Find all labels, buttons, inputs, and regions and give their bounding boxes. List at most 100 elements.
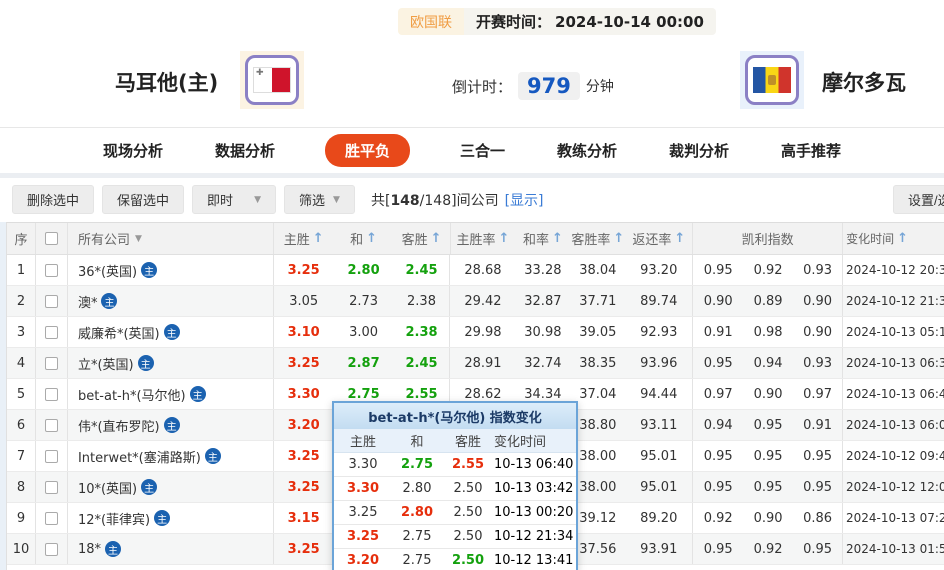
instant-dropdown-value: 即时 (207, 190, 233, 209)
moldova-emblem-icon (768, 75, 776, 85)
popup-odds-away: 2.50 (442, 529, 494, 544)
popup-header-row: 主胜 和 客胜 变化时间 (334, 429, 576, 453)
popup-col-draw: 和 (392, 431, 442, 450)
popup-odds-home: 3.25 (334, 529, 392, 544)
show-link[interactable]: [显示] (505, 190, 544, 210)
keep-selected-button[interactable]: 保留选中 (102, 185, 184, 214)
company-cell[interactable]: 澳*主 (68, 286, 274, 316)
col-draw-rate[interactable]: 和率↑ (515, 223, 570, 254)
chevron-down-icon: ▼ (333, 195, 340, 205)
change-time: 2024-10-13 06:33 (843, 348, 944, 378)
company-cell[interactable]: 威廉希*(英国)主 (68, 317, 274, 347)
row-checkbox[interactable] (45, 388, 58, 401)
company-cell[interactable]: 立*(英国)主 (68, 348, 274, 378)
company-cell[interactable]: 12*(菲律宾)主 (68, 503, 274, 533)
row-checkbox[interactable] (45, 512, 58, 525)
kelly-home: 0.92 (693, 503, 743, 533)
odds-home: 3.25 (274, 534, 334, 564)
row-checkbox[interactable] (45, 264, 58, 277)
away-rate: 37.56 (570, 534, 625, 564)
col-return-rate[interactable]: 返还率↑ (625, 223, 693, 254)
away-rate: 39.12 (570, 503, 625, 533)
return-rate: 93.20 (625, 255, 693, 285)
col-home-odds[interactable]: 主胜↑ (274, 223, 334, 254)
company-cell[interactable]: bet-at-h*(马尔他)主 (68, 379, 274, 409)
sort-up-icon: ↑ (674, 231, 685, 246)
row-checkbox[interactable] (45, 450, 58, 463)
nav-tab-expert-recommend[interactable]: 高手推荐 (779, 134, 843, 167)
nav-tab-coach-analysis[interactable]: 教练分析 (555, 134, 619, 167)
table-row[interactable]: 2 澳*主 3.05 2.73 2.38 29.42 32.87 37.71 8… (7, 286, 944, 317)
return-rate: 92.93 (625, 317, 693, 347)
popup-odds-home: 3.30 (334, 481, 392, 496)
row-checkbox[interactable] (45, 326, 58, 339)
popup-row: 3.30 2.75 2.55 10-13 06:40 (334, 453, 576, 477)
col-home-rate[interactable]: 主胜率↑ (451, 223, 516, 254)
table-row[interactable]: 4 立*(英国)主 3.25 2.87 2.45 28.91 32.74 38.… (7, 348, 944, 379)
delete-selected-button[interactable]: 删除选中 (12, 185, 94, 214)
popup-odds-home: 3.30 (334, 457, 392, 472)
nav-tab-referee-analysis[interactable]: 裁判分析 (667, 134, 731, 167)
home-bookmaker-icon: 主 (154, 510, 170, 526)
company-count-value: 148 (390, 193, 419, 209)
odds-home: 3.25 (274, 441, 334, 471)
company-cell[interactable]: 36*(英国)主 (68, 255, 274, 285)
col-away-odds[interactable]: 客胜↑ (394, 223, 451, 254)
company-name: 伟*(直布罗陀) (78, 416, 160, 435)
popup-odds-draw: 2.75 (392, 529, 442, 544)
company-cell[interactable]: Interwet*(塞浦路斯)主 (68, 441, 274, 471)
away-rate: 38.00 (570, 441, 625, 471)
company-cell[interactable]: 10*(英国)主 (68, 472, 274, 502)
row-checkbox[interactable] (45, 543, 58, 556)
table-row[interactable]: 3 威廉希*(英国)主 3.10 3.00 2.38 29.98 30.98 3… (7, 317, 944, 348)
row-checkbox-cell (36, 534, 68, 564)
change-time: 2024-10-12 20:37 (843, 255, 944, 285)
instant-dropdown[interactable]: 即时 ▼ (192, 185, 276, 214)
row-checkbox[interactable] (45, 481, 58, 494)
filter-dropdown[interactable]: 筛选 ▼ (284, 185, 355, 214)
settings-button[interactable]: 设置/选 (893, 185, 944, 214)
draw-rate: 33.28 (515, 255, 570, 285)
row-checkbox[interactable] (45, 295, 58, 308)
kelly-home: 0.91 (693, 317, 743, 347)
row-checkbox-cell (36, 317, 68, 347)
match-header: 欧国联 开赛时间： 2024-10-14 00:00 马耳他(主) ✚ 倒计时：… (0, 0, 944, 128)
row-seq: 2 (7, 286, 36, 316)
kickoff-value: 2024-10-14 00:00 (555, 13, 704, 31)
select-all-checkbox[interactable] (45, 232, 58, 245)
change-time: 2024-10-12 21:39 (843, 286, 944, 316)
row-seq: 9 (7, 503, 36, 533)
row-checkbox[interactable] (45, 419, 58, 432)
col-away-rate[interactable]: 客胜率↑ (570, 223, 625, 254)
company-name: 12*(菲律宾) (78, 509, 150, 528)
company-cell[interactable]: 18*主 (68, 534, 274, 564)
change-time: 2024-10-12 12:06 (843, 472, 944, 502)
home-bookmaker-icon: 主 (164, 417, 180, 433)
nav-tab-three-in-one[interactable]: 三合一 (458, 134, 507, 167)
row-seq: 6 (7, 410, 36, 440)
nav-tab-data-analysis[interactable]: 数据分析 (213, 134, 277, 167)
company-name: 威廉希*(英国) (78, 323, 160, 342)
kelly-draw: 0.92 (743, 534, 793, 564)
company-name: 立*(英国) (78, 354, 134, 373)
row-seq: 8 (7, 472, 36, 502)
company-cell[interactable]: 伟*(直布罗陀)主 (68, 410, 274, 440)
kelly-away: 0.95 (793, 441, 843, 471)
away-team-name: 摩尔多瓦 (822, 67, 906, 97)
popup-change-time: 10-13 00:20 (494, 505, 574, 520)
nav-tab-win-draw-lose[interactable]: 胜平负 (325, 134, 410, 167)
odds-home: 3.15 (274, 503, 334, 533)
away-rate: 38.04 (570, 255, 625, 285)
col-company[interactable]: 所有公司▼ (68, 223, 274, 254)
table-row[interactable]: 1 36*(英国)主 3.25 2.80 2.45 28.68 33.28 38… (7, 255, 944, 286)
popup-body: 3.30 2.75 2.55 10-13 06:40 3.30 2.80 2.5… (334, 453, 576, 570)
row-checkbox[interactable] (45, 357, 58, 370)
draw-rate: 32.74 (515, 348, 570, 378)
col-draw-odds[interactable]: 和↑ (334, 223, 394, 254)
popup-odds-away: 2.50 (442, 553, 494, 568)
popup-change-time: 10-12 21:34 (494, 529, 574, 544)
nav-tab-live-analysis[interactable]: 现场分析 (101, 134, 165, 167)
home-bookmaker-icon: 主 (164, 324, 180, 340)
kelly-away: 0.91 (793, 410, 843, 440)
col-change-time[interactable]: 变化时间↑ (843, 223, 944, 254)
